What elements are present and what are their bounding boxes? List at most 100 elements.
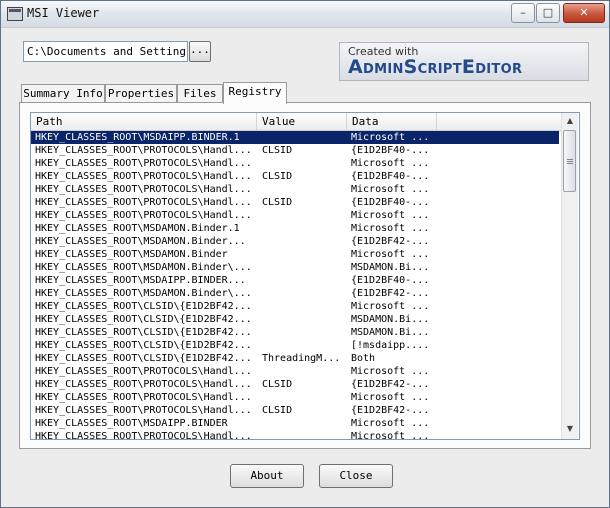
browse-button[interactable]: ... (189, 41, 211, 62)
registry-list[interactable]: Path Value Data HKEY_CLASSES_ROOT\MSDAIP… (30, 112, 580, 440)
table-row[interactable]: HKEY_CLASSES_ROOT\CLSID\{E1D2BF42... Micr… (31, 300, 559, 313)
cell-value: CLSID (262, 405, 293, 416)
table-row[interactable]: HKEY_CLASSES_ROOT\CLSID\{E1D2BF42... MSDA… (31, 313, 559, 326)
cell-data: {E1D2BF42-... (351, 379, 430, 390)
cell-data: Microsoft ... (351, 158, 430, 169)
window-title: MSI Viewer (27, 6, 100, 20)
table-row[interactable]: HKEY_CLASSES_ROOT\PROTOCOLS\Handl... Micr… (31, 365, 559, 378)
msi-file-path-input[interactable]: C:\Documents and Settings\ (23, 41, 188, 62)
cell-path: HKEY_CLASSES_ROOT\MSDAIPP.BINDER.1 (35, 132, 240, 143)
table-row[interactable]: HKEY_CLASSES_ROOT\MSDAMON.Binder Microsof… (31, 248, 559, 261)
close-button[interactable]: Close (319, 464, 393, 488)
vertical-scrollbar[interactable]: ▲ ▼ (561, 113, 578, 439)
table-row[interactable]: HKEY_CLASSES_ROOT\PROTOCOLS\Handl... Micr… (31, 391, 559, 404)
cell-data: Microsoft ... (351, 184, 430, 195)
cell-path: HKEY_CLASSES_ROOT\CLSID\{E1D2BF42... (35, 340, 252, 351)
tab-registry[interactable]: Registry (223, 82, 287, 104)
scroll-up-arrow-icon[interactable]: ▲ (564, 115, 576, 127)
cell-data: Microsoft ... (351, 210, 430, 221)
cell-value: CLSID (262, 379, 293, 390)
cell-data: Microsoft ... (351, 366, 430, 377)
cell-value: ThreadingM... (262, 353, 341, 364)
table-row[interactable]: HKEY_CLASSES_ROOT\CLSID\{E1D2BF42... MSDA… (31, 326, 559, 339)
cell-value: CLSID (262, 171, 293, 182)
grip-line (567, 159, 573, 160)
cell-path: HKEY_CLASSES_ROOT\MSDAIPP.BINDER... (35, 275, 246, 286)
cell-path: HKEY_CLASSES_ROOT\MSDAMON.Binder.1 (35, 223, 240, 234)
cell-data: Microsoft ... (351, 223, 430, 234)
cell-data: Both (351, 353, 376, 364)
table-row[interactable]: HKEY_CLASSES_ROOT\MSDAMON.Binder.1 Micros… (31, 222, 559, 235)
table-row[interactable]: HKEY_CLASSES_ROOT\PROTOCOLS\Handl... CLSI… (31, 404, 559, 417)
column-header-value[interactable]: Value (257, 113, 347, 130)
table-row[interactable]: HKEY_CLASSES_ROOT\PROTOCOLS\Handl... CLSI… (31, 378, 559, 391)
table-row[interactable]: HKEY_CLASSES_ROOT\PROTOCOLS\Handl... CLSI… (31, 144, 559, 157)
cell-path: HKEY_CLASSES_ROOT\PROTOCOLS\Handl... (35, 145, 252, 156)
close-window-button[interactable]: ✕ (563, 3, 605, 23)
cell-path: HKEY_CLASSES_ROOT\PROTOCOLS\Handl... (35, 366, 252, 377)
cell-data: {E1D2BF40-... (351, 171, 430, 182)
cell-value: CLSID (262, 145, 293, 156)
cell-data: {E1D2BF40-... (351, 197, 430, 208)
tab-files[interactable]: Files (177, 84, 223, 103)
cell-data: Microsoft ... (351, 132, 430, 143)
scrollbar-thumb[interactable] (563, 130, 576, 192)
cell-path: HKEY_CLASSES_ROOT\CLSID\{E1D2BF42... (35, 327, 252, 338)
tab-summary-info[interactable]: Summary Info (21, 84, 105, 103)
title-bar[interactable]: MSI Viewer – □ ✕ (1, 1, 609, 28)
msi-viewer-window: MSI Viewer – □ ✕ C:\Documents and Settin… (0, 0, 610, 508)
cell-data: [!msdaipp.... (351, 340, 430, 351)
cell-path: HKEY_CLASSES_ROOT\PROTOCOLS\Handl... (35, 184, 252, 195)
registry-rows: HKEY_CLASSES_ROOT\MSDAIPP.BINDER.1 Micros… (31, 131, 559, 439)
cell-path: HKEY_CLASSES_ROOT\MSDAMON.Binder\... (35, 288, 252, 299)
cell-path: HKEY_CLASSES_ROOT\CLSID\{E1D2BF42... (35, 301, 252, 312)
cell-value: CLSID (262, 197, 293, 208)
admin-script-editor-logo: Created with AdminScriptEditor (339, 42, 589, 81)
registry-tab-panel: Path Value Data HKEY_CLASSES_ROOT\MSDAIP… (19, 102, 591, 449)
table-row[interactable]: HKEY_CLASSES_ROOT\MSDAIPP.BINDER.1 Micros… (31, 131, 559, 144)
table-row[interactable]: HKEY_CLASSES_ROOT\PROTOCOLS\Handl... Micr… (31, 209, 559, 222)
cell-path: HKEY_CLASSES_ROOT\PROTOCOLS\Handl... (35, 405, 252, 416)
cell-data: {E1D2BF40-... (351, 275, 430, 286)
cell-path: HKEY_CLASSES_ROOT\CLSID\{E1D2BF42... (35, 353, 252, 364)
cell-data: Microsoft ... (351, 418, 430, 429)
minimize-button[interactable]: – (511, 3, 535, 23)
cell-data: Microsoft ... (351, 301, 430, 312)
cell-path: HKEY_CLASSES_ROOT\PROTOCOLS\Handl... (35, 171, 252, 182)
table-row[interactable]: HKEY_CLASSES_ROOT\PROTOCOLS\Handl... Micr… (31, 183, 559, 196)
maximize-button[interactable]: □ (536, 3, 560, 23)
table-row[interactable]: HKEY_CLASSES_ROOT\PROTOCOLS\Handl... Micr… (31, 157, 559, 170)
table-row[interactable]: HKEY_CLASSES_ROOT\MSDAIPP.BINDER Microsof… (31, 417, 559, 430)
tab-properties[interactable]: Properties (105, 84, 177, 103)
table-row[interactable]: HKEY_CLASSES_ROOT\MSDAIPP.BINDER... {E1D2… (31, 274, 559, 287)
scroll-down-arrow-icon[interactable]: ▼ (564, 423, 576, 435)
cell-data: MSDAMON.Bi... (351, 327, 430, 338)
grip-line (567, 161, 573, 162)
cell-path: HKEY_CLASSES_ROOT\PROTOCOLS\Handl... (35, 158, 252, 169)
cell-path: HKEY_CLASSES_ROOT\PROTOCOLS\Handl... (35, 431, 252, 439)
cell-path: HKEY_CLASSES_ROOT\PROTOCOLS\Handl... (35, 392, 252, 403)
cell-data: {E1D2BF40-... (351, 145, 430, 156)
table-row[interactable]: HKEY_CLASSES_ROOT\PROTOCOLS\Handl... CLSI… (31, 196, 559, 209)
cell-data: {E1D2BF42-... (351, 236, 430, 247)
cell-path: HKEY_CLASSES_ROOT\PROTOCOLS\Handl... (35, 197, 252, 208)
table-row[interactable]: HKEY_CLASSES_ROOT\CLSID\{E1D2BF42... Thre… (31, 352, 559, 365)
cell-path: HKEY_CLASSES_ROOT\CLSID\{E1D2BF42... (35, 314, 252, 325)
table-row[interactable]: HKEY_CLASSES_ROOT\PROTOCOLS\Handl... CLSI… (31, 170, 559, 183)
table-row[interactable]: HKEY_CLASSES_ROOT\PROTOCOLS\Handl... Micr… (31, 430, 559, 439)
column-header-path[interactable]: Path (31, 113, 257, 130)
table-row[interactable]: HKEY_CLASSES_ROOT\MSDAMON.Binder... {E1D2… (31, 235, 559, 248)
cell-data: MSDAMON.Bi... (351, 314, 430, 325)
cell-data: {E1D2BF42-... (351, 288, 430, 299)
table-row[interactable]: HKEY_CLASSES_ROOT\MSDAMON.Binder\... MSDA… (31, 261, 559, 274)
cell-path: HKEY_CLASSES_ROOT\PROTOCOLS\Handl... (35, 379, 252, 390)
grip-line (567, 163, 573, 164)
column-header-data[interactable]: Data (347, 113, 437, 130)
cell-data: Microsoft ... (351, 431, 430, 439)
cell-path: HKEY_CLASSES_ROOT\MSDAMON.Binder (35, 249, 228, 260)
table-row[interactable]: HKEY_CLASSES_ROOT\MSDAMON.Binder\... {E1D… (31, 287, 559, 300)
about-button[interactable]: About (230, 464, 304, 488)
list-header: Path Value Data (31, 113, 571, 131)
cell-data: Microsoft ... (351, 249, 430, 260)
table-row[interactable]: HKEY_CLASSES_ROOT\CLSID\{E1D2BF42... [!ms… (31, 339, 559, 352)
